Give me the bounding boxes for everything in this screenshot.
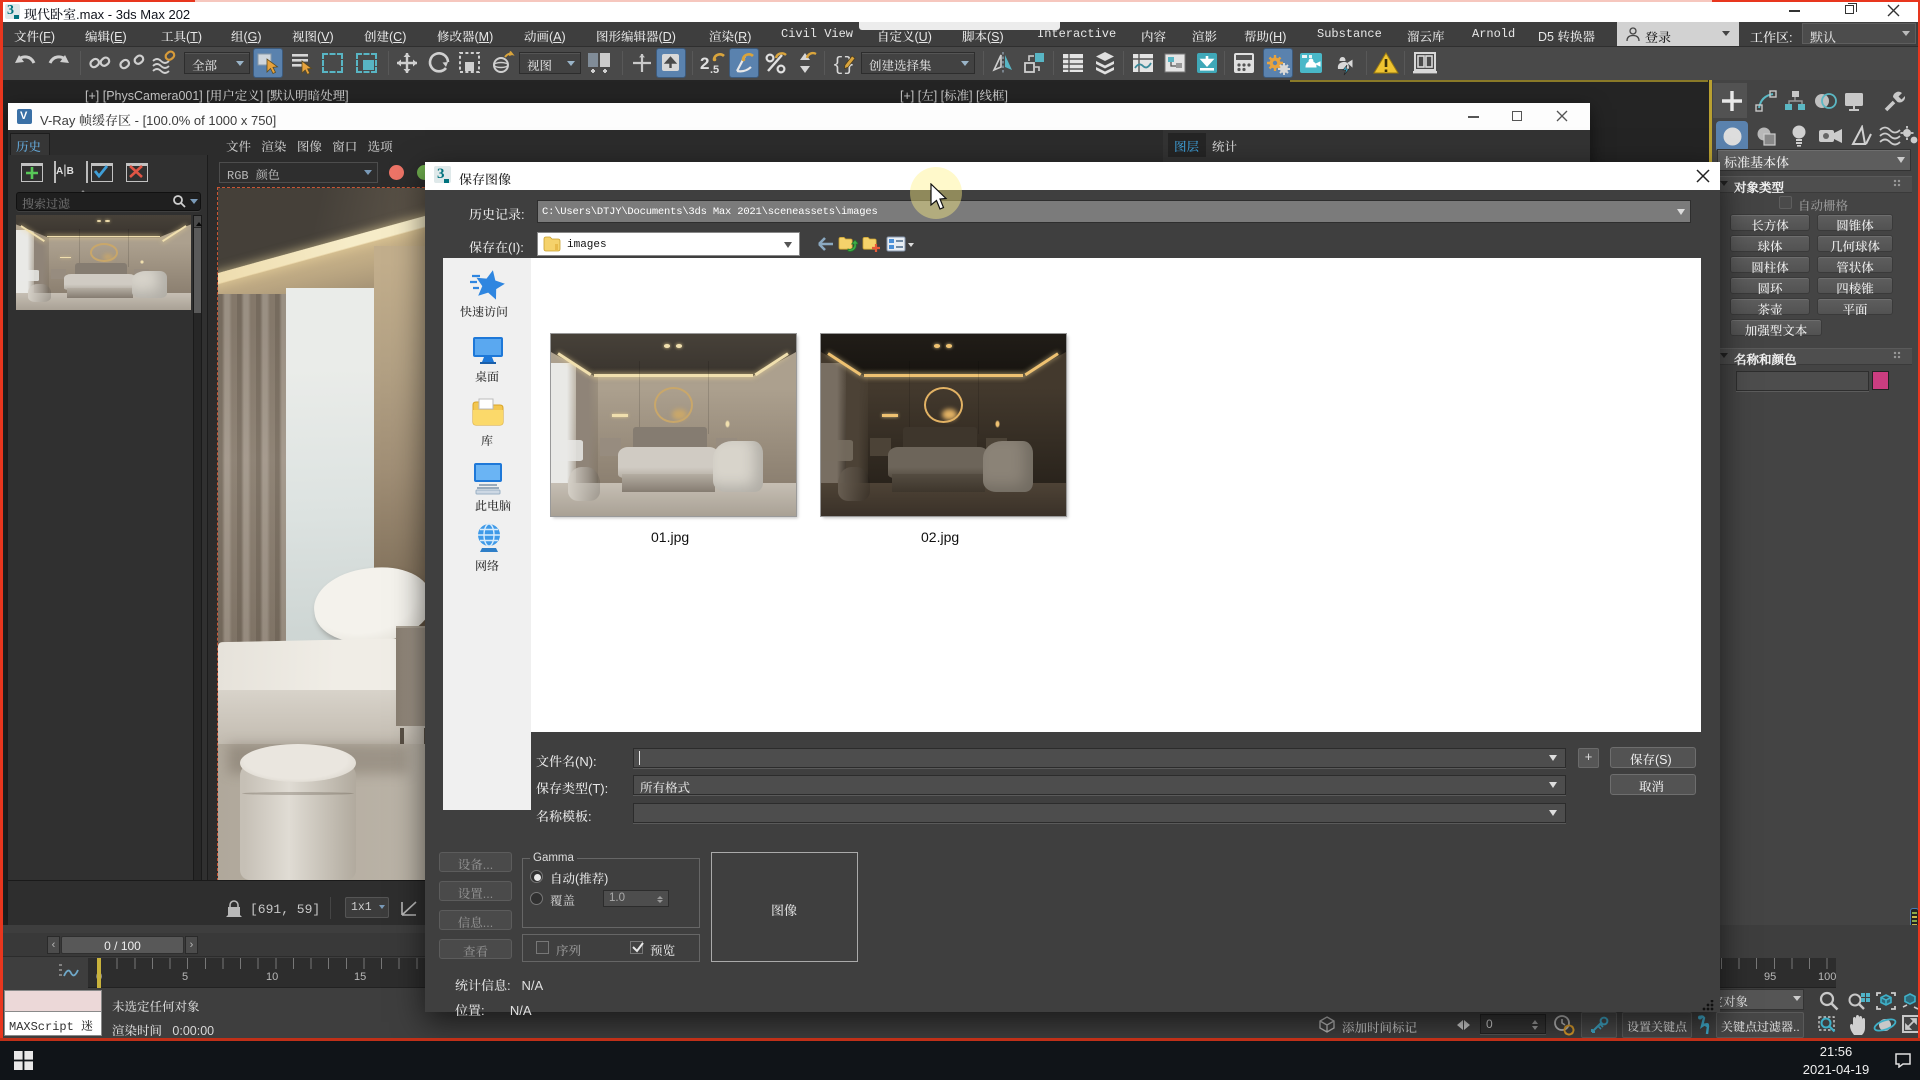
svg-text:.5: .5: [710, 64, 719, 76]
svg-text:2: 2: [700, 54, 709, 73]
